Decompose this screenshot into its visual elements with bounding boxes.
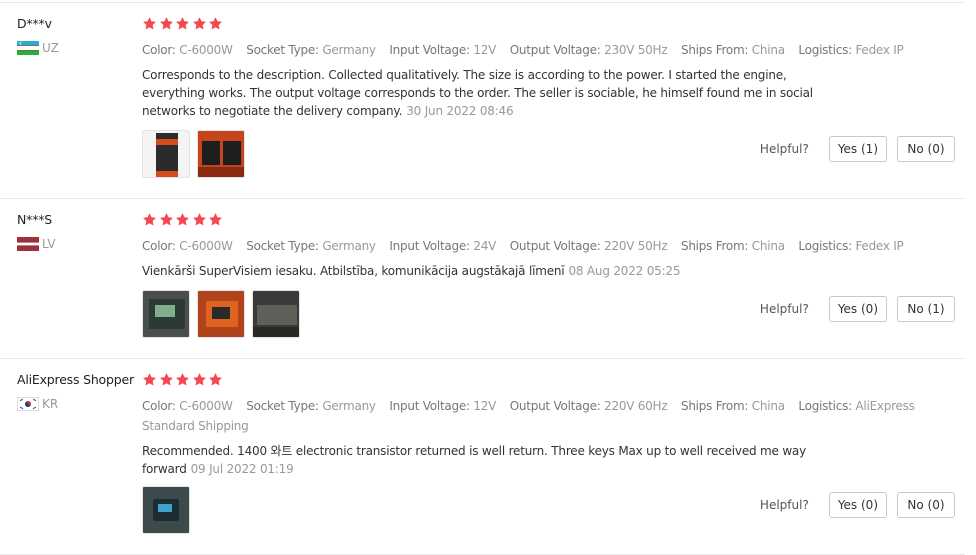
reviewer-country: LV (17, 237, 142, 251)
star-rating (142, 212, 962, 230)
star-icon (208, 372, 223, 387)
reviewer-info: N***S LV (17, 212, 142, 251)
south-korea-flag-icon (17, 397, 39, 411)
product-attributes: Color: C-6000W Socket Type: Germany Inpu… (142, 396, 952, 436)
reviewer-name: D***v (17, 16, 52, 31)
attr-ships-from: Ships From: China (680, 43, 785, 57)
review-text: Vienkārši SuperVisiem iesaku. Atbilstība… (142, 264, 681, 278)
review-content: Color: C-6000W Socket Type: Germany Inpu… (142, 212, 962, 280)
attr-color: Color: C-6000W (142, 239, 233, 253)
review-date: 08 Aug 2022 05:25 (568, 264, 681, 278)
reviewer-country: KR (17, 397, 142, 411)
product-attributes: Color: C-6000W Socket Type: Germany Inpu… (142, 40, 952, 60)
star-icon (192, 16, 207, 31)
star-rating (142, 16, 962, 34)
star-icon (142, 16, 157, 31)
helpful-no-button[interactable]: No (0) (897, 136, 955, 162)
helpful-label: Helpful? (759, 142, 809, 156)
reviewer-country: UZ (17, 41, 142, 55)
star-icon (192, 212, 207, 227)
attr-color: Color: C-6000W (142, 43, 233, 57)
country-code: KR (42, 397, 59, 411)
star-icon (175, 212, 190, 227)
review-content: Color: C-6000W Socket Type: Germany Inpu… (142, 372, 962, 478)
reviewer-name: N***S (17, 212, 53, 227)
attr-output-voltage: Output Voltage: 220V 60Hz (509, 399, 668, 413)
helpful-controls: Helpful? Yes (0) No (0) (760, 492, 955, 518)
attr-output-voltage: Output Voltage: 220V 50Hz (509, 239, 668, 253)
divider (0, 2, 965, 3)
review-date: 30 Jun 2022 08:46 (406, 104, 514, 118)
review-photos (142, 290, 307, 338)
divider (0, 198, 965, 199)
helpful-no-button[interactable]: No (0) (897, 492, 955, 518)
review-photo[interactable] (142, 290, 190, 338)
helpful-label: Helpful? (759, 302, 809, 316)
review-item: D***v UZ Color: C-6000W Socket Type: Ger… (0, 16, 965, 196)
review-photos (142, 130, 252, 178)
star-rating (142, 372, 962, 390)
country-code: LV (42, 237, 56, 251)
attr-output-voltage: Output Voltage: 230V 50Hz (509, 43, 668, 57)
star-icon (159, 372, 174, 387)
attr-ships-from: Ships From: China (680, 239, 785, 253)
review-item: N***S LV Color: C-6000W Socket Type: Ger… (0, 212, 965, 356)
review-item: AliExpress Shopper KR Color: C-6000W Soc… (0, 372, 965, 552)
review-photo[interactable] (252, 290, 300, 338)
review-text: Corresponds to the description. Collecte… (142, 68, 813, 118)
attr-socket-type: Socket Type: Germany (246, 399, 376, 413)
star-icon (175, 372, 190, 387)
star-icon (208, 16, 223, 31)
product-attributes: Color: C-6000W Socket Type: Germany Inpu… (142, 236, 952, 256)
star-icon (208, 212, 223, 227)
reviewer-info: D***v UZ (17, 16, 142, 55)
star-icon (175, 16, 190, 31)
helpful-label: Helpful? (759, 498, 809, 512)
helpful-controls: Helpful? Yes (0) No (1) (760, 296, 955, 322)
review-photo[interactable] (142, 130, 190, 178)
attr-input-voltage: Input Voltage: 12V (389, 43, 497, 57)
review-content: Color: C-6000W Socket Type: Germany Inpu… (142, 16, 962, 120)
helpful-yes-button[interactable]: Yes (0) (828, 492, 887, 518)
star-icon (142, 212, 157, 227)
review-photos (142, 486, 197, 534)
attr-logistics: Logistics: Fedex IP (798, 43, 904, 57)
attr-logistics: Logistics: Fedex IP (798, 239, 904, 253)
helpful-yes-button[interactable]: Yes (1) (828, 136, 887, 162)
review-photo[interactable] (197, 130, 245, 178)
star-icon (159, 16, 174, 31)
divider (0, 358, 965, 359)
attr-ships-from: Ships From: China (680, 399, 785, 413)
attr-socket-type: Socket Type: Germany (246, 239, 376, 253)
attr-input-voltage: Input Voltage: 24V (389, 239, 497, 253)
review-photo[interactable] (142, 486, 190, 534)
uzbekistan-flag-icon (17, 41, 39, 55)
attr-socket-type: Socket Type: Germany (246, 43, 376, 57)
review-photo[interactable] (197, 290, 245, 338)
helpful-no-button[interactable]: No (1) (897, 296, 955, 322)
latvia-flag-icon (17, 237, 39, 251)
reviewer-info: AliExpress Shopper KR (17, 372, 142, 411)
country-code: UZ (42, 41, 59, 55)
review-date: 09 Jul 2022 01:19 (190, 462, 294, 476)
attr-color: Color: C-6000W (142, 399, 233, 413)
helpful-controls: Helpful? Yes (1) No (0) (760, 136, 955, 162)
star-icon (192, 372, 207, 387)
attr-input-voltage: Input Voltage: 12V (389, 399, 497, 413)
review-text: Recommended. 1400 와트 electronic transist… (142, 444, 806, 476)
star-icon (159, 212, 174, 227)
reviewer-name: AliExpress Shopper (17, 372, 134, 387)
helpful-yes-button[interactable]: Yes (0) (828, 296, 887, 322)
star-icon (142, 372, 157, 387)
